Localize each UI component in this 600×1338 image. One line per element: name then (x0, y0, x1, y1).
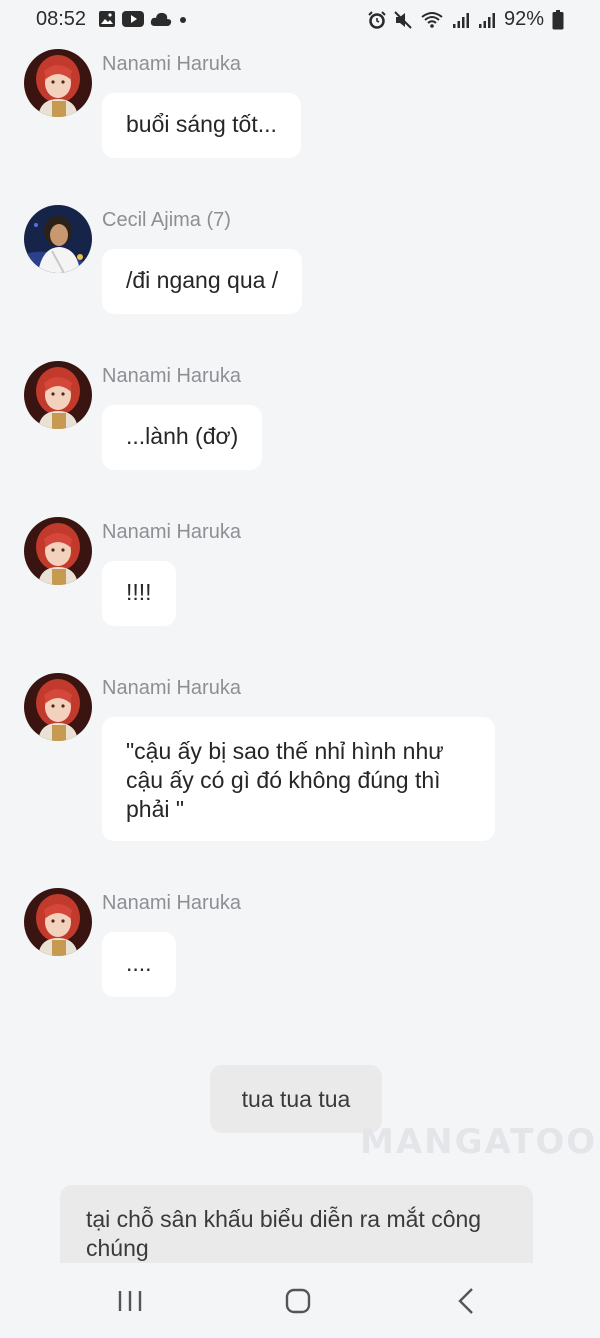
message-bubble: "cậu ấy bị sao thế nhỉ hình như cậu ấy c… (102, 717, 495, 841)
sender-name: Nanami Haruka (102, 521, 241, 543)
message-bubble: ...lành (đơ) (102, 405, 263, 470)
watermark: MANGATOON (360, 1122, 600, 1162)
message-bubble: !!!! (102, 561, 176, 626)
dot-icon (180, 17, 186, 23)
sender-name: Cecil Ajima (7) (102, 209, 231, 231)
recent-apps-icon (118, 1291, 142, 1311)
back-button[interactable] (446, 1285, 486, 1317)
alarm-icon (368, 10, 386, 29)
sender-name: Nanami Haruka (102, 677, 241, 699)
navigation-bar (0, 1263, 600, 1338)
sender-name: Nanami Haruka (102, 892, 241, 914)
wifi-icon (421, 11, 443, 28)
status-bar: 08:52 92% (0, 0, 600, 40)
recent-apps-button[interactable] (110, 1285, 150, 1317)
status-time: 08:52 (36, 8, 87, 30)
signal-icon (452, 12, 469, 28)
avatar[interactable] (24, 205, 92, 273)
battery-icon (552, 9, 564, 29)
back-icon (458, 1288, 473, 1314)
sender-name: Nanami Haruka (102, 53, 241, 75)
avatar[interactable] (24, 49, 92, 117)
message-bubble: /đi ngang qua / (102, 249, 303, 314)
youtube-icon (122, 11, 144, 27)
signal-icon (478, 12, 495, 28)
avatar[interactable] (24, 673, 92, 741)
message-bubble: buổi sáng tốt... (102, 93, 301, 158)
home-button[interactable] (278, 1285, 318, 1317)
mute-icon (394, 10, 412, 29)
sender-name: Nanami Haruka (102, 365, 241, 387)
avatar[interactable] (24, 517, 92, 585)
system-icons: 92% (368, 8, 564, 31)
home-icon (285, 1288, 311, 1314)
avatar[interactable] (24, 888, 92, 956)
message-bubble: .... (102, 932, 176, 997)
avatar[interactable] (24, 361, 92, 429)
cloud-icon (150, 12, 172, 26)
battery-percent: 92% (503, 8, 544, 30)
notification-icons (98, 10, 188, 28)
gallery-icon (99, 11, 115, 27)
narration-bubble: tua tua tua (210, 1065, 382, 1133)
